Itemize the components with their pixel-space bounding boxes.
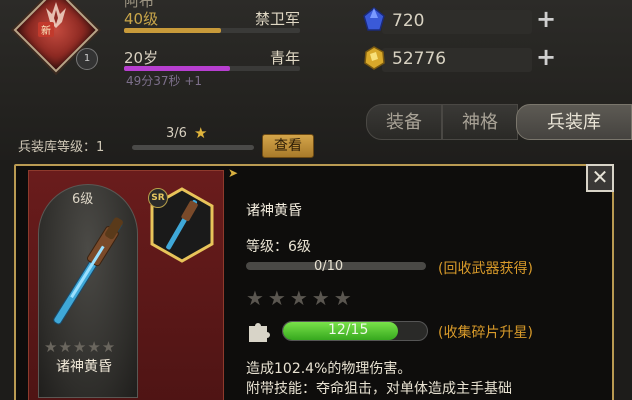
- weapon-description-line1: 造成102.4%的物理伤害。: [246, 361, 412, 377]
- gold-ore-icon: [364, 46, 385, 70]
- tab-armory[interactable]: 兵装库: [516, 104, 632, 140]
- rank-badge-number: 1: [76, 48, 98, 70]
- tab-divinity[interactable]: 神格: [442, 104, 518, 140]
- gold-value: 52776: [392, 49, 447, 69]
- new-tag: 新: [38, 22, 54, 37]
- weapon-card-stars: ★★★★★: [44, 338, 117, 356]
- add-blue-gem-button[interactable]: +: [536, 5, 556, 33]
- view-button[interactable]: 查看: [262, 134, 314, 158]
- age-progress-fill: [124, 66, 230, 71]
- gold-currency: 52776 +: [360, 43, 560, 74]
- blue-gem-currency: 720 +: [360, 5, 560, 36]
- armory-progress-text: 3/6: [166, 126, 187, 141]
- add-gold-button[interactable]: +: [536, 43, 556, 71]
- rarity-badge: SR: [148, 188, 168, 208]
- tab-equipment[interactable]: 装备: [366, 104, 442, 140]
- player-name-row: 阿布: [124, 0, 300, 10]
- player-age: 20岁: [124, 49, 159, 67]
- age-progress-bar: [124, 66, 300, 71]
- fragment-progress-text: 12/15: [328, 322, 369, 338]
- puzzle-piece-icon: [249, 323, 270, 342]
- regen-timer: 49分37秒 +1: [126, 74, 203, 88]
- blue-crystal-icon: [363, 7, 385, 31]
- player-title: 禁卫军: [254, 10, 300, 28]
- close-icon[interactable]: ✕: [586, 164, 614, 192]
- armory-progress-bar: [132, 145, 254, 150]
- weapon-card-name: 诸神黄昏: [56, 359, 112, 375]
- level-progress-bar: [124, 28, 300, 33]
- player-level: 40级: [124, 10, 159, 28]
- tab-bar: 装备 神格 兵装库: [356, 104, 632, 142]
- rifle-icon: [53, 217, 123, 325]
- weapon-name: 诸神黄昏: [246, 203, 302, 219]
- rank-emblem[interactable]: 新 1: [13, 0, 99, 78]
- age-stage: 青年: [269, 49, 300, 67]
- level-progress-fill: [124, 28, 221, 33]
- collect-fragments-link[interactable]: (收集碎片升星): [438, 322, 533, 342]
- recycle-weapon-link[interactable]: (回收武器获得): [438, 258, 533, 278]
- weapon-level: 等级：6级: [246, 239, 311, 255]
- weapon-exp-text: 0/10: [314, 259, 344, 274]
- armory-level-label: 兵装库等级：1: [18, 140, 105, 155]
- weapon-stars: ★★★★★: [246, 286, 356, 310]
- weapon-description-line2: 附带技能：夺命狙击，对单体造成主手基础: [246, 381, 512, 397]
- blue-gem-value: 720: [392, 11, 425, 31]
- arrow-decoration-icon: ➤: [228, 166, 239, 180]
- star-icon: ★: [194, 124, 208, 142]
